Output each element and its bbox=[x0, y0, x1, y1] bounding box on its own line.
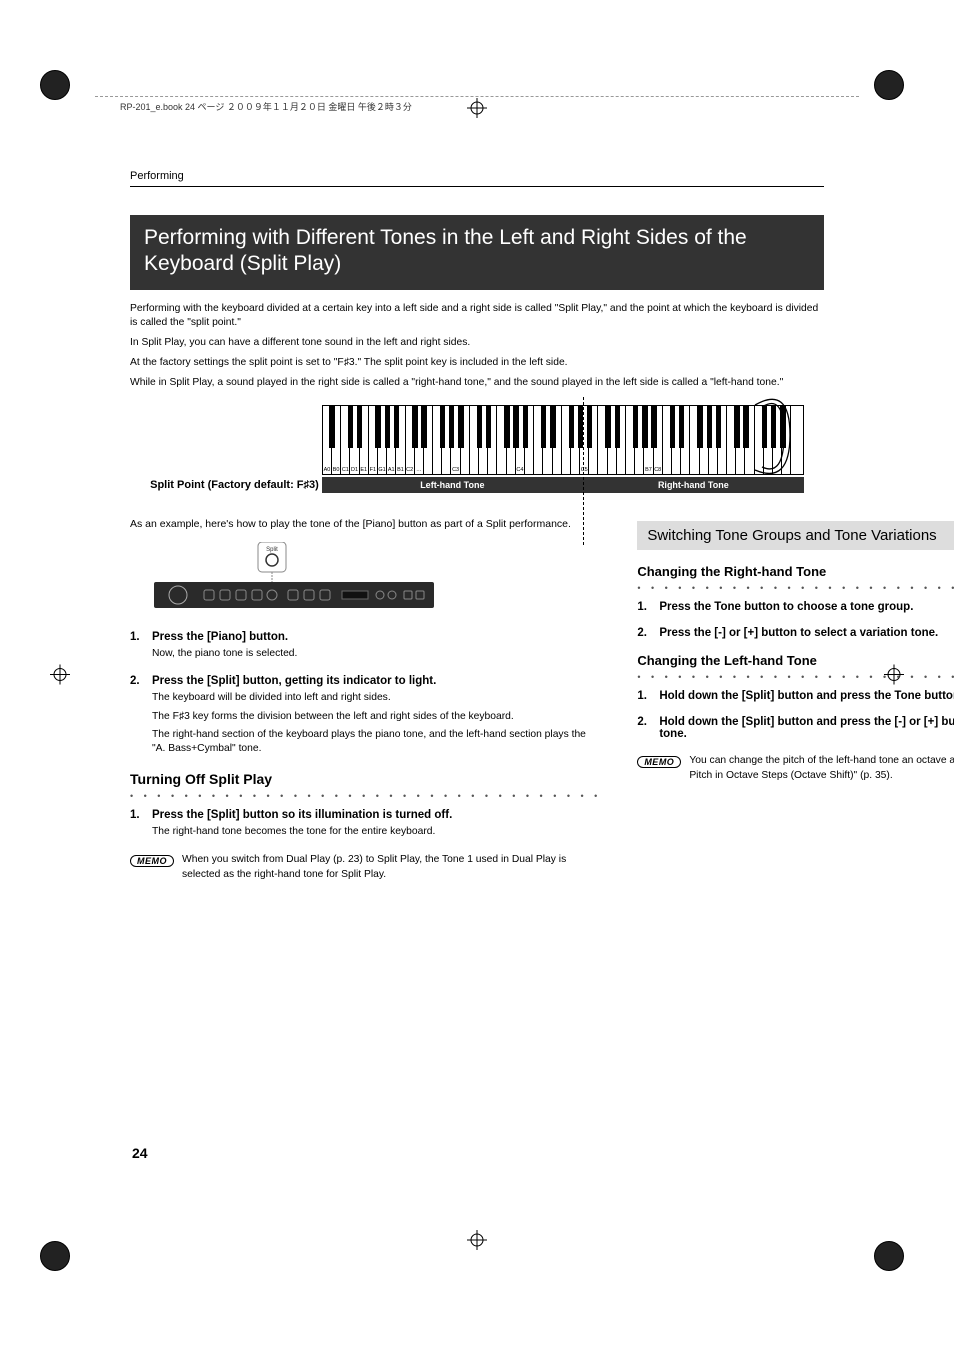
step-title: Press the [-] or [+] button to select a … bbox=[659, 627, 954, 639]
step-title: Press the [Split] button, getting its in… bbox=[152, 675, 601, 687]
step-title: Press the [Split] button so its illumina… bbox=[152, 809, 601, 821]
intro-p4: While in Split Play, a sound played in t… bbox=[130, 376, 824, 391]
left-step-2: 2. Hold down the [Split] button and pres… bbox=[637, 716, 954, 744]
step-title: Hold down the [Split] button and press t… bbox=[659, 716, 954, 740]
page-number: 24 bbox=[132, 1145, 148, 1161]
keyboard-diagram: Split Point (Factory default: F♯3) A0B0C… bbox=[130, 405, 824, 497]
changing-right-heading: Changing the Right-hand Tone bbox=[637, 564, 954, 579]
step-number: 2. bbox=[637, 627, 659, 643]
step-1: 1. Press the [Piano] button. Now, the pi… bbox=[130, 631, 601, 665]
intro-p1: Performing with the keyboard divided at … bbox=[130, 302, 824, 332]
step-number: 2. bbox=[130, 675, 152, 761]
step-number: 1. bbox=[637, 601, 659, 617]
crop-mark-br bbox=[874, 1241, 914, 1281]
registration-mark-left bbox=[50, 664, 70, 687]
right-column: Switching Tone Groups and Tone Variation… bbox=[637, 517, 954, 882]
step-off-1: 1. Press the [Split] button so its illum… bbox=[130, 809, 601, 843]
step-text: The right-hand tone becomes the tone for… bbox=[152, 825, 601, 839]
memo-text: When you switch from Dual Play (p. 23) t… bbox=[182, 853, 601, 882]
memo-badge: MEMO bbox=[637, 756, 681, 768]
crop-mark-bl bbox=[40, 1241, 80, 1281]
step-title: Hold down the [Split] button and press t… bbox=[659, 690, 954, 702]
step-number: 1. bbox=[130, 631, 152, 665]
dotted-rule: • • • • • • • • • • • • • • • • • • • • … bbox=[637, 583, 954, 593]
right-step-2: 2. Press the [-] or [+] button to select… bbox=[637, 627, 954, 643]
left-step-1: 1. Hold down the [Split] button and pres… bbox=[637, 690, 954, 706]
registration-mark-top bbox=[467, 98, 487, 121]
step-text: Now, the piano tone is selected. bbox=[152, 647, 601, 661]
step-text: The keyboard will be divided into left a… bbox=[152, 691, 601, 705]
tone-bar: Left-hand Tone Right-hand Tone bbox=[322, 477, 804, 493]
step-number: 1. bbox=[130, 809, 152, 843]
changing-left-heading: Changing the Left-hand Tone bbox=[637, 653, 954, 668]
registration-mark-bottom bbox=[467, 1230, 487, 1253]
book-info: RP-201_e.book 24 ページ ２００９年１１月２０日 金曜日 午後２… bbox=[120, 100, 412, 113]
header-rule bbox=[130, 186, 824, 187]
step-number: 2. bbox=[637, 716, 659, 744]
turning-off-heading: Turning Off Split Play bbox=[130, 771, 601, 787]
keyboard-svg: A0B0C1D1E1F1G1A1B1C2…C3C4C5B7C8 bbox=[322, 405, 804, 475]
left-column: As an example, here's how to play the to… bbox=[130, 517, 601, 882]
memo-text: You can change the pitch of the left-han… bbox=[689, 754, 954, 783]
intro-p2: In Split Play, you can have a different … bbox=[130, 336, 824, 351]
right-step-1: 1. Press the Tone button to choose a ton… bbox=[637, 601, 954, 617]
intro-p3: At the factory settings the split point … bbox=[130, 356, 824, 371]
memo-block: MEMO When you switch from Dual Play (p. … bbox=[130, 853, 601, 882]
step-title: Press the [Piano] button. bbox=[152, 631, 601, 643]
intro-block: Performing with the keyboard divided at … bbox=[130, 302, 824, 392]
header-dashed-line bbox=[95, 96, 859, 97]
step-2: 2. Press the [Split] button, getting its… bbox=[130, 675, 601, 761]
step-text: The F♯3 key forms the division between t… bbox=[152, 710, 601, 724]
memo-block: MEMO You can change the pitch of the lef… bbox=[637, 754, 954, 783]
memo-badge: MEMO bbox=[130, 855, 174, 867]
example-lead: As an example, here's how to play the to… bbox=[130, 517, 601, 532]
dotted-rule: • • • • • • • • • • • • • • • • • • • • … bbox=[637, 672, 954, 682]
step-number: 1. bbox=[637, 690, 659, 706]
step-text: The right-hand section of the keyboard p… bbox=[152, 728, 601, 757]
control-panel-illustration: Split bbox=[154, 542, 601, 617]
split-button-label: Split bbox=[266, 547, 278, 553]
dotted-rule: • • • • • • • • • • • • • • • • • • • • … bbox=[130, 791, 601, 801]
crop-mark-tl bbox=[40, 70, 80, 110]
running-head: Performing bbox=[130, 170, 824, 182]
page-content: Performing Performing with Different Ton… bbox=[130, 170, 824, 882]
step-title: Press the Tone button to choose a tone g… bbox=[659, 601, 954, 613]
left-hand-tone-label: Left-hand Tone bbox=[322, 477, 583, 493]
crop-mark-tr bbox=[874, 70, 914, 110]
sub-heading: Switching Tone Groups and Tone Variation… bbox=[637, 521, 954, 550]
diagram-title: Split Point (Factory default: F♯3) bbox=[150, 479, 319, 491]
page-title: Performing with Different Tones in the L… bbox=[130, 215, 824, 290]
